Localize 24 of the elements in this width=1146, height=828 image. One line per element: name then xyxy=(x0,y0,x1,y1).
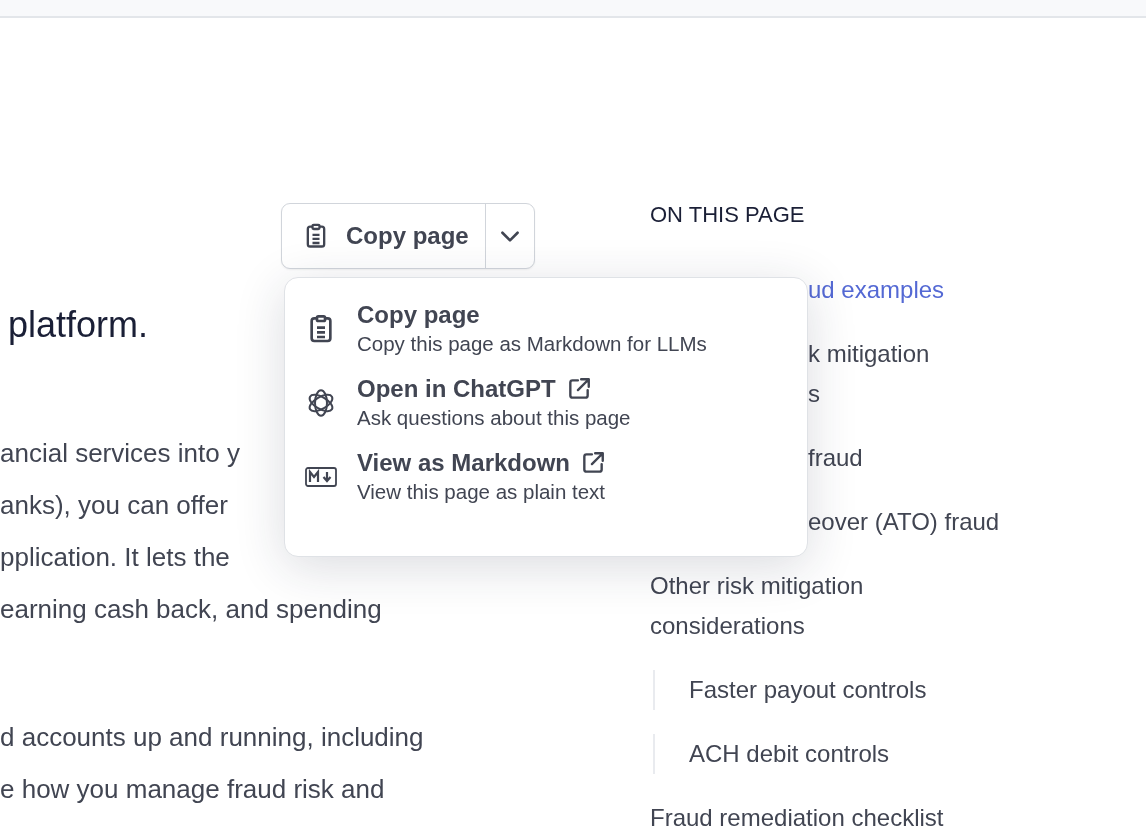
markdown-icon xyxy=(305,466,337,488)
toc-link[interactable]: fraud xyxy=(808,438,863,478)
toc-sublink[interactable]: ACH debit controls xyxy=(653,734,890,774)
paragraph-line: d accounts up and running, including xyxy=(0,721,424,754)
menu-item[interactable]: Open in ChatGPT xyxy=(357,374,556,404)
menu-item[interactable]: View as Markdown xyxy=(357,448,570,478)
paragraph-line: e how you manage fraud risk and xyxy=(0,773,385,806)
paragraph-line: anks), you can offer xyxy=(0,489,228,522)
toc-heading: ON THIS PAGE xyxy=(650,201,805,229)
copy-page-button[interactable]: Copy page xyxy=(282,204,486,268)
menu-item-description: View this page as plain text xyxy=(357,479,606,505)
toc-link[interactable]: eover (ATO) fraud xyxy=(808,502,1000,542)
toc-link[interactable]: Fraud remediation checklist xyxy=(650,798,950,828)
menu-item-description: Ask questions about this page xyxy=(357,405,631,431)
toc-link[interactable]: k mitigation s xyxy=(808,334,930,414)
menu-item[interactable]: Copy page xyxy=(357,300,480,330)
toc-link[interactable]: ud examples xyxy=(808,270,945,310)
toc-sublink[interactable]: Faster payout controls xyxy=(653,670,927,710)
paragraph-line: pplication. It lets the xyxy=(0,541,230,574)
menu-item-description: Copy this page as Markdown for LLMs xyxy=(357,331,707,357)
page-heading: platform. xyxy=(8,303,149,347)
toc-link[interactable]: Other risk mitigation considerations xyxy=(650,566,950,646)
paragraph-line: ancial services into y xyxy=(0,437,240,470)
paragraph-line: earning cash back, and spending xyxy=(0,593,382,626)
